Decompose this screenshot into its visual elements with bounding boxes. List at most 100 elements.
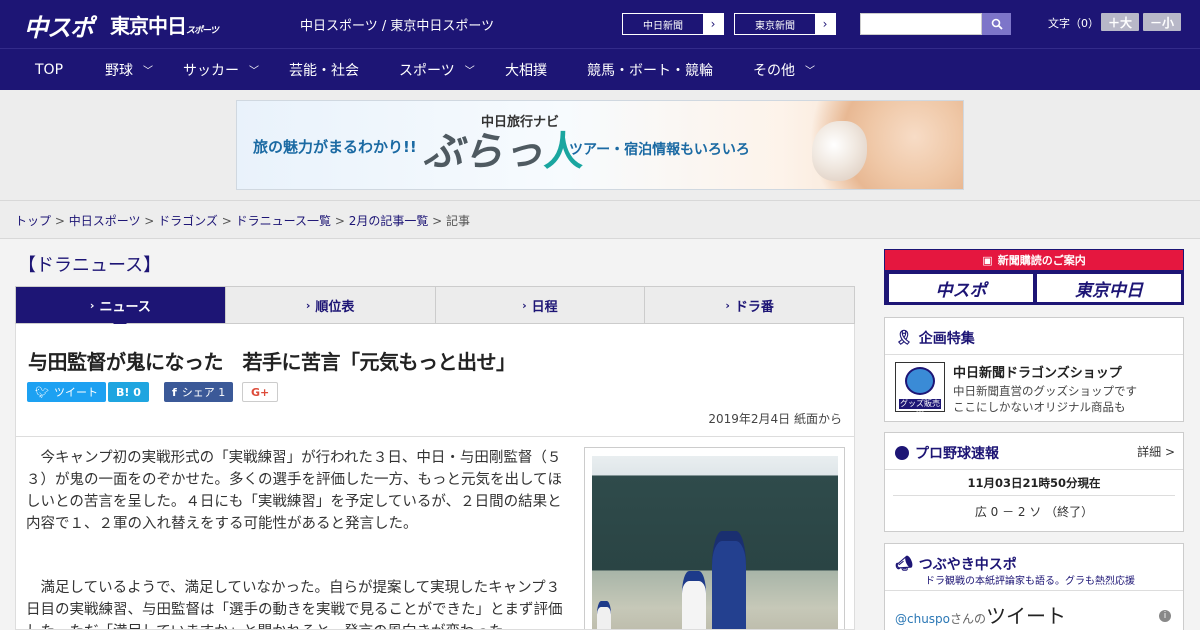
divider (885, 469, 1183, 470)
tsubuyaki-subtitle: ドラ観戦の本紙評論家も語る。グラも熱烈応援 (925, 576, 1135, 587)
baseball-score-box: プロ野球速報 詳細 > 11月03日21時50分現在 広 0 － 2 ソ （終了… (884, 432, 1184, 532)
article-photo (592, 456, 838, 629)
tweet-button[interactable]: 🐦︎ ツイート (27, 382, 106, 402)
breadcrumb-dragons[interactable]: ドラゴンズ (158, 214, 218, 228)
nav-sumo[interactable]: 大相撲 (505, 49, 547, 90)
article-headline: 与田監督が鬼になった 若手に苦言「元気もっと出せ」 (28, 350, 516, 374)
special-feature-label: 企画特集 (918, 331, 975, 347)
hatena-button[interactable]: B! 0 (108, 382, 149, 402)
nav-top[interactable]: TOP (35, 49, 63, 90)
tweet-user[interactable]: @chuspo (895, 612, 950, 626)
ad-title-a: ぶらっ (423, 128, 543, 175)
baseball-detail-link[interactable]: 詳細 > (1137, 443, 1175, 460)
gplus-button[interactable]: G+ (242, 382, 279, 402)
ribbon-icon: 🎗︎ (895, 330, 913, 346)
main-nav: TOP 野球 ﹀ サッカー ﹀ 芸能・社会 スポーツ ﹀ 大相撲 競馬・ボート・競輪 … (0, 48, 1200, 90)
shop-title[interactable]: 中日新聞ドラゴンズショップ (953, 362, 1122, 381)
ad-banner[interactable]: 旅の魅力がまるわかり!! 中日旅行ナビ ぶらっ人 ツアー・宿泊情報もいろいろ (236, 100, 964, 190)
shop-desc: 中日新聞直営のグッズショップです (953, 384, 1137, 398)
chevron-down-icon: ﹀ (805, 66, 815, 77)
chevron-right-icon: › (522, 298, 527, 312)
tab-label: ニュース (99, 299, 151, 315)
special-feature-box: 🎗︎ 企画特集 グッズ販売中 中日新聞ドラゴンズショップ 中日新聞直営のグッズショ… (884, 317, 1184, 422)
nav-racing[interactable]: 競馬・ボート・競輪 (587, 49, 713, 90)
subscribe-chuspo-button[interactable]: 中スポ (889, 274, 1033, 302)
article-date: 2019年2月4日 紙面から (708, 412, 842, 426)
breadcrumb-chunichi-sports[interactable]: 中日スポーツ (69, 214, 141, 228)
nav-sports[interactable]: スポーツ ﹀ (399, 49, 475, 90)
nav-label: 野球 (105, 62, 133, 79)
tweet-label: ツイート (986, 604, 1067, 628)
article-header: 与田監督が鬼になった 若手に苦言「元気もっと出せ」 🐦︎ ツイート B! 0 fシ… (15, 324, 855, 437)
nav-soccer[interactable]: サッカー ﹀ (183, 49, 259, 90)
breadcrumb: トップ > 中日スポーツ > ドラゴンズ > ドラニュース一覧 > 2月の記事一… (15, 214, 471, 228)
newspaper-icon: ▣ (982, 253, 993, 267)
tokyo-shimbun-label: 東京新聞 (755, 20, 795, 32)
facebook-share-button[interactable]: f シェア 1 (164, 382, 234, 402)
section-title: 【ドラニュース】 (18, 255, 162, 276)
nav-label: スポーツ (399, 62, 455, 79)
site-name: 中日スポーツ / 東京中日スポーツ (300, 19, 495, 34)
subscribe-tokyo-button[interactable]: 東京中日 (1037, 274, 1181, 302)
nav-baseball[interactable]: 野球 ﹀ (105, 49, 153, 90)
chevron-right-icon: › (305, 298, 311, 312)
font-decrease-button[interactable]: －小 (1143, 13, 1181, 31)
ad-left-text: 旅の魅力がまるわかり!! (253, 138, 417, 156)
subscription-title-label: 新聞購読のご案内 (997, 254, 1086, 267)
nav-other[interactable]: その他 ﹀ (753, 49, 815, 90)
facebook-icon: f (172, 385, 177, 399)
nav-entertainment[interactable]: 芸能・社会 (289, 49, 359, 90)
dragons-shop-image[interactable]: グッズ販売中 (895, 362, 945, 418)
article-paragraph: 満足しているようで、満足していなかった。自らが提案して実現したキャンプ３日目の実… (26, 580, 563, 629)
nav-label: その他 (753, 62, 795, 79)
baseball-title: プロ野球速報 (895, 443, 999, 463)
tokyo-chunichi-logo[interactable]: 東京中日スポーツ (110, 10, 219, 39)
tab-bar: › ニュース › 順位表 › 日程 › ドラ番 (15, 286, 855, 330)
tab-dora-ban[interactable]: › ドラ番 (645, 287, 854, 323)
search-input[interactable] (860, 13, 982, 35)
breadcrumb-top[interactable]: トップ (15, 214, 51, 228)
breadcrumb-february[interactable]: 2月の記事一覧 (349, 214, 429, 228)
tab-schedule[interactable]: › 日程 (436, 287, 646, 323)
breadcrumb-current: 記事 (446, 214, 471, 228)
article-paragraph: 今キャンプ初の実戦形式の「実戦練習」が行われた３日、中日・与田剛監督（５３）が鬼… (26, 450, 563, 532)
tweet-header: @chuspoさんのツイート (895, 600, 1066, 629)
breadcrumb-dora-news[interactable]: ドラニュース一覧 (236, 214, 331, 228)
font-size-label: 文字（0） (1048, 17, 1099, 30)
search-icon (991, 18, 1003, 30)
search-button[interactable] (982, 13, 1011, 35)
tab-news[interactable]: › ニュース (16, 287, 226, 330)
tab-label: 順位表 (315, 299, 355, 315)
nav-label: 芸能・社会 (289, 62, 359, 79)
breadcrumb-bar: トップ > 中日スポーツ > ドラゴンズ > ドラニュース一覧 > 2月の記事一… (0, 200, 1200, 239)
shell-image (812, 121, 867, 181)
tab-standings[interactable]: › 順位表 (226, 287, 436, 323)
tsubuyaki-title-label: つぶやき中スポ (918, 557, 1017, 573)
chuspo-logo[interactable]: 中スポ (24, 8, 94, 43)
subscription-box: ▣ 新聞購読のご案内 中スポ 東京中日 (884, 249, 1184, 305)
article-photo-frame[interactable] (584, 447, 845, 629)
article-body: 今キャンプ初の実戦形式の「実戦練習」が行われた３日、中日・与田剛監督（５３）が鬼… (15, 437, 855, 630)
chevron-right-icon: › (815, 14, 835, 34)
chevron-down-icon: ﹀ (143, 66, 153, 77)
baseball-icon (895, 446, 909, 460)
divider (885, 354, 1183, 355)
font-increase-button[interactable]: ＋大 (1101, 13, 1139, 31)
tab-label: 日程 (531, 299, 558, 315)
chevron-right-icon: › (703, 14, 723, 34)
info-icon[interactable]: i (1159, 610, 1171, 622)
twitter-icon: 🐦︎ (35, 385, 49, 399)
chunichi-shimbun-link[interactable]: 中日新聞 › (622, 13, 724, 35)
chevron-right-icon: › (725, 298, 730, 312)
chevron-down-icon: ﹀ (464, 66, 475, 77)
tokyo-shimbun-link[interactable]: 東京新聞 › (734, 13, 836, 35)
megaphone-icon: 📣︎ (895, 556, 913, 572)
tab-label: ドラ番 (734, 299, 774, 315)
photo-person (712, 531, 746, 629)
ad-right-text: ツアー・宿泊情報もいろいろ (569, 142, 750, 158)
special-feature-title: 🎗︎ 企画特集 (895, 328, 975, 348)
photo-person (682, 571, 706, 629)
nav-label: TOP (35, 61, 64, 78)
baseball-score[interactable]: 広 0 － 2 ソ （終了） (885, 503, 1183, 520)
tokyo-logo-sub: スポーツ (186, 26, 219, 36)
